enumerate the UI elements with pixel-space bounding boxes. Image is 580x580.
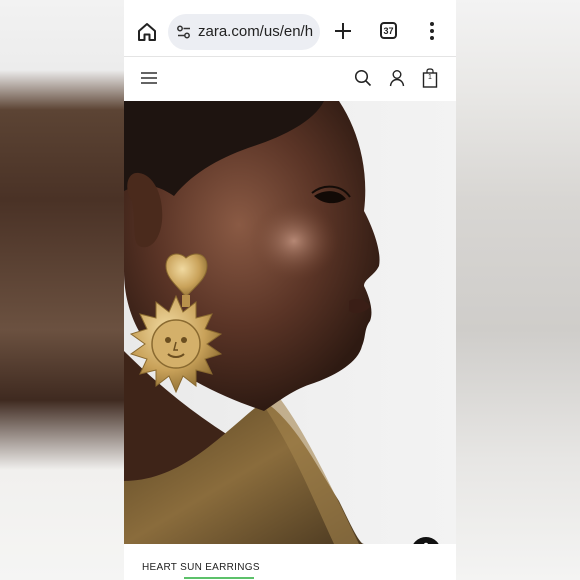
status-bar: [124, 0, 456, 8]
shopping-bag-icon[interactable]: 1: [422, 68, 438, 88]
home-icon[interactable]: [136, 21, 158, 43]
hamburger-icon[interactable]: [140, 71, 158, 85]
search-icon[interactable]: [354, 69, 372, 87]
tab-switcher-button[interactable]: 37: [380, 22, 397, 39]
tune-icon[interactable]: [176, 24, 192, 40]
url-text[interactable]: zara.com/us/en/h: [198, 23, 318, 40]
plus-icon[interactable]: [333, 21, 353, 41]
address-bar[interactable]: zara.com/us/en/h: [168, 14, 320, 50]
site-header: 1: [124, 57, 456, 101]
model-photo: [124, 101, 380, 544]
product-image[interactable]: [124, 101, 456, 544]
blurred-background-right: [456, 0, 580, 580]
browser-toolbar: zara.com/us/en/h 37: [124, 8, 456, 57]
user-icon[interactable]: [388, 69, 406, 87]
title-underline: [184, 577, 254, 579]
bag-count-badge: 1: [428, 74, 432, 81]
more-vert-icon[interactable]: [428, 21, 436, 41]
phone-screen: zara.com/us/en/h 37 1 HEART SUN EARRINGS: [124, 0, 456, 580]
product-title[interactable]: HEART SUN EARRINGS: [142, 562, 260, 573]
accessibility-icon: [423, 542, 429, 544]
